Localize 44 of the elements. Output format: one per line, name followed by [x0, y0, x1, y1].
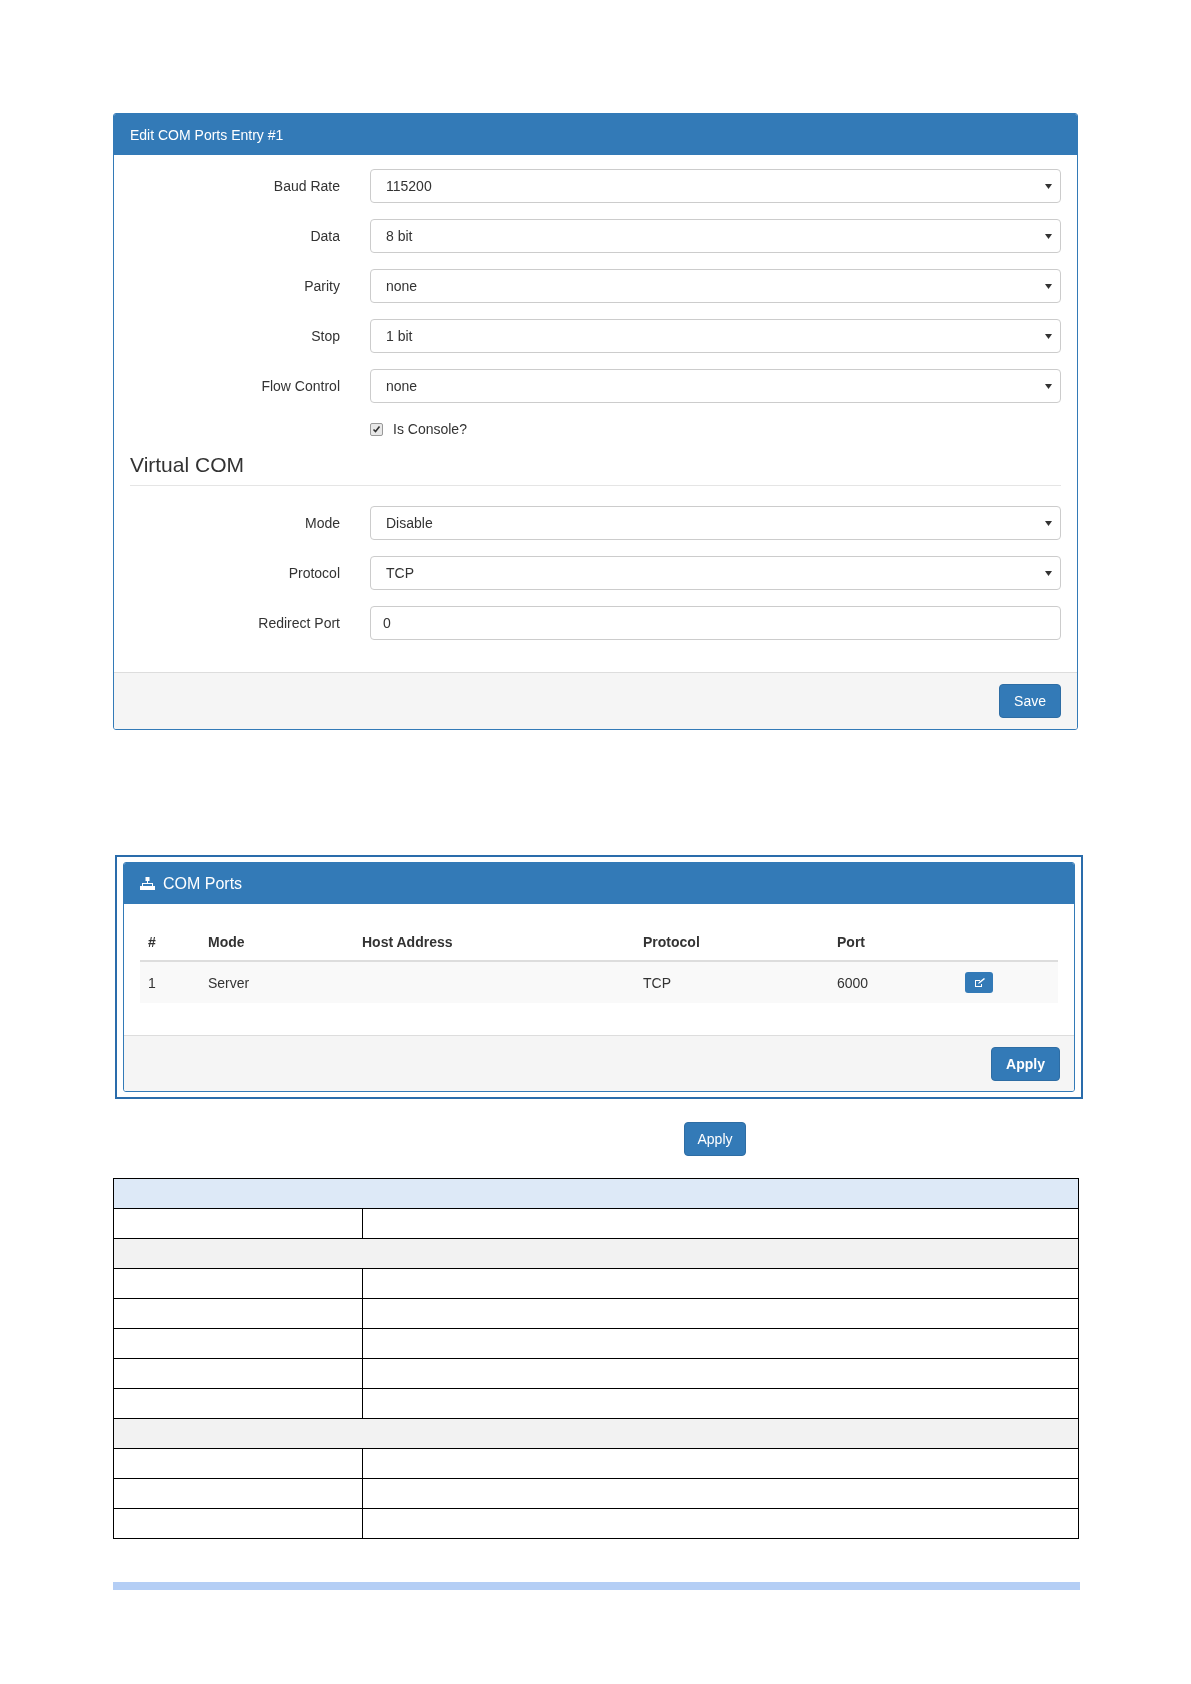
sitemap-icon	[140, 877, 155, 890]
table-cell: 6000	[837, 974, 869, 991]
check-icon	[372, 424, 381, 434]
input-field[interactable]: 0	[370, 606, 1061, 640]
checkbox-label: Is Console?	[393, 421, 467, 437]
apply-button[interactable]: Apply	[684, 1122, 746, 1156]
select-field[interactable]: none	[370, 269, 1061, 303]
column-header: Host Address	[362, 934, 453, 950]
table-cell: TCP	[643, 974, 671, 991]
caret-icon	[1045, 520, 1052, 526]
column-header: Protocol	[643, 934, 700, 950]
select-field[interactable]: TCP	[370, 556, 1061, 590]
caret-icon	[1045, 570, 1052, 576]
caret-icon	[1045, 383, 1052, 389]
edit-button[interactable]	[965, 972, 993, 993]
field-label: Baud Rate	[272, 178, 341, 194]
panel-title: Edit COM Ports Entry #1	[130, 126, 284, 143]
caret-icon	[1045, 283, 1052, 289]
field-label: Protocol	[287, 565, 341, 581]
save-button[interactable]: Save	[999, 684, 1061, 718]
select-field[interactable]: 8 bit	[370, 219, 1061, 253]
edit-icon	[973, 977, 985, 988]
field-label: Redirect Port	[257, 615, 341, 631]
field-label: Mode	[303, 515, 341, 531]
field-label: Flow Control	[260, 378, 341, 394]
section-title: Virtual COM	[130, 453, 245, 477]
select-field[interactable]: 115200	[370, 169, 1061, 203]
field-label: Stop	[310, 328, 341, 344]
caret-icon	[1045, 183, 1052, 189]
select-field[interactable]: none	[370, 369, 1061, 403]
checkbox[interactable]	[370, 422, 383, 436]
panel-title: COM Ports	[163, 874, 243, 893]
column-header: Mode	[208, 934, 245, 950]
field-label: Data	[309, 228, 341, 244]
field-label: Parity	[303, 278, 341, 294]
column-header: Port	[837, 934, 865, 950]
column-header: #	[148, 934, 156, 950]
table-cell: Server	[208, 974, 250, 991]
caret-icon	[1045, 233, 1052, 239]
select-field[interactable]: 1 bit	[370, 319, 1061, 353]
apply-button[interactable]: Apply	[991, 1046, 1060, 1081]
select-field[interactable]: Disable	[370, 506, 1061, 540]
table-cell: 1	[148, 974, 156, 991]
caret-icon	[1045, 333, 1052, 339]
